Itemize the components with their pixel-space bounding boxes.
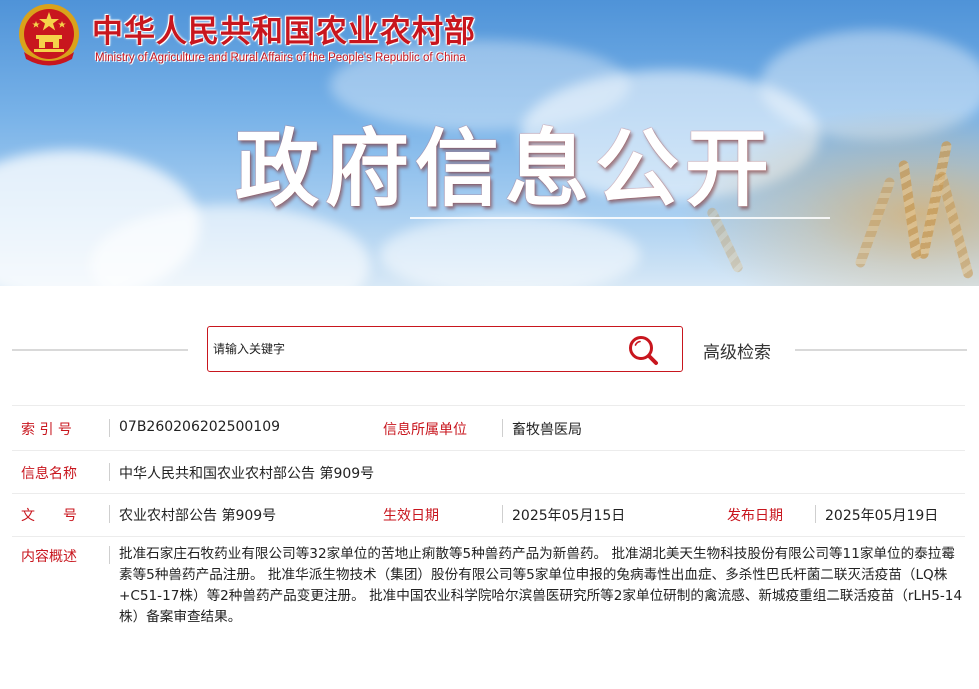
publish-date-label: 发布日期 — [727, 508, 783, 524]
divider — [815, 505, 816, 523]
unit-value: 畜牧兽医局 — [512, 422, 582, 438]
search-icon[interactable] — [626, 334, 662, 366]
index-label: 索 引 号 — [21, 422, 72, 438]
publish-date-value: 2025年05月19日 — [825, 508, 939, 524]
ministry-name-cn: 中华人民共和国农业农村部 — [92, 14, 476, 50]
effective-date-label: 生效日期 — [383, 508, 439, 524]
info-row-summary: 内容概述 批准石家庄石牧药业有限公司等32家单位的苦地止痢散等5种兽药产品为新兽… — [12, 536, 965, 648]
unit-label: 信息所属单位 — [383, 422, 467, 438]
divider — [795, 349, 967, 351]
title-underline — [410, 217, 830, 219]
national-emblem-icon — [19, 4, 79, 66]
divider — [109, 419, 110, 437]
divider — [502, 419, 503, 437]
search-input[interactable] — [211, 335, 615, 363]
divider — [109, 463, 110, 481]
info-row-doc: 文 号 农业农村部公告 第909号 生效日期 2025年05月15日 发布日期 … — [12, 493, 965, 537]
header-banner: 中华人民共和国农业农村部 Ministry of Agriculture and… — [0, 0, 979, 286]
search-box — [207, 326, 683, 372]
divider — [109, 546, 110, 564]
divider — [12, 349, 188, 351]
section-title: 政府信息公开 — [235, 120, 776, 218]
divider — [502, 505, 503, 523]
advanced-search-link[interactable]: 高级检索 — [703, 338, 771, 363]
summary-label: 内容概述 — [21, 549, 77, 565]
ministry-name-en: Ministry of Agriculture and Rural Affair… — [95, 52, 466, 64]
cloud-decoration — [380, 215, 640, 286]
doc-number-label: 文 号 — [21, 508, 77, 524]
doc-number-value: 农业农村部公告 第909号 — [119, 508, 277, 524]
effective-date-value: 2025年05月15日 — [512, 508, 626, 524]
summary-text: 批准石家庄石牧药业有限公司等32家单位的苦地止痢散等5种兽药产品为新兽药。 批准… — [119, 546, 963, 625]
search-bar-row: 高级检索 — [0, 324, 979, 378]
name-label: 信息名称 — [21, 466, 77, 482]
document-info-table: 索 引 号 07B260206202500109 信息所属单位 畜牧兽医局 信息… — [12, 405, 965, 648]
index-value: 07B260206202500109 — [119, 419, 281, 435]
name-value: 中华人民共和国农业农村部公告 第909号 — [119, 466, 375, 482]
info-row-index: 索 引 号 07B260206202500109 信息所属单位 畜牧兽医局 — [12, 406, 965, 451]
info-row-name: 信息名称 中华人民共和国农业农村部公告 第909号 — [12, 450, 965, 494]
divider — [109, 505, 110, 523]
